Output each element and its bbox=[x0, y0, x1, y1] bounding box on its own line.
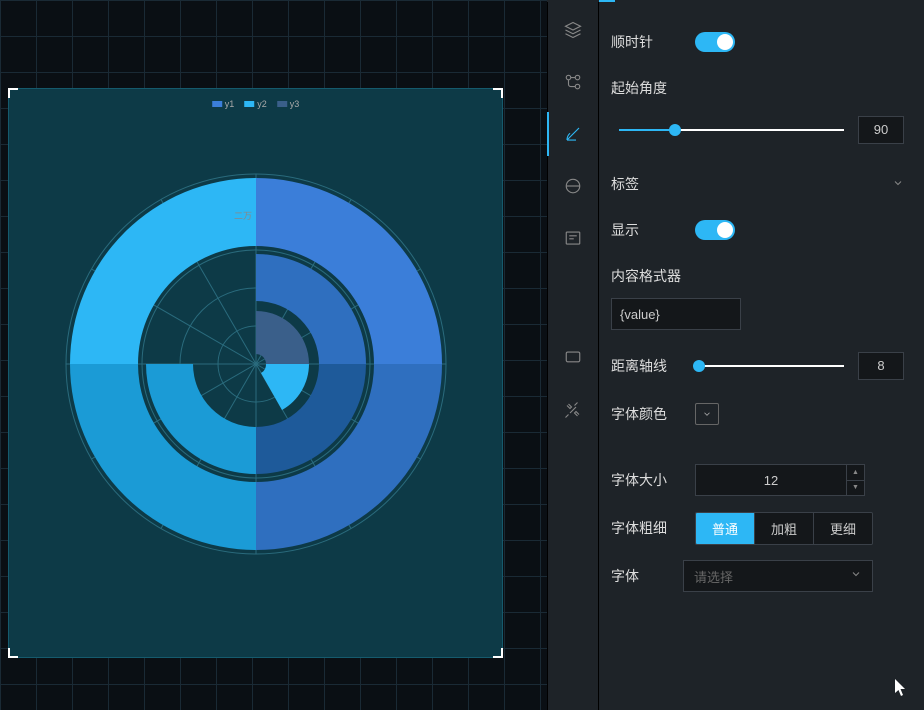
font-weight-lighter[interactable]: 更细 bbox=[814, 513, 872, 544]
layers-icon bbox=[564, 21, 582, 39]
tab-comment[interactable] bbox=[561, 346, 585, 370]
prop-font-family: 字体 请选择 bbox=[611, 552, 904, 600]
start-angle-label: 起始角度 bbox=[611, 78, 683, 98]
chevron-down-icon bbox=[892, 176, 904, 192]
text-box-icon bbox=[564, 229, 582, 247]
chart-legend: y1 y2 y3 bbox=[212, 99, 300, 109]
content-formatter-label: 内容格式器 bbox=[611, 266, 681, 286]
prop-content-formatter: 内容格式器 bbox=[611, 254, 904, 342]
slider-thumb[interactable] bbox=[693, 360, 705, 372]
axis-distance-value[interactable]: 8 bbox=[858, 352, 904, 380]
legend-swatch bbox=[244, 101, 254, 107]
canvas-area[interactable]: y1 y2 y3 bbox=[0, 0, 547, 710]
select-placeholder: 请选择 bbox=[694, 567, 733, 586]
radar-tick-label: 二万 bbox=[234, 209, 252, 222]
chevron-down-icon bbox=[702, 409, 712, 419]
section-tag-header[interactable]: 标签 bbox=[611, 162, 904, 206]
font-size-value: 12 bbox=[696, 473, 846, 488]
legend-item-y1: y1 bbox=[212, 99, 235, 109]
legend-label: y3 bbox=[290, 99, 300, 109]
font-family-select[interactable]: 请选择 bbox=[683, 560, 873, 592]
tools-icon bbox=[564, 401, 582, 419]
prop-show: 显示 bbox=[611, 206, 904, 254]
prop-axis-distance: 距离轴线 8 bbox=[611, 342, 904, 390]
clockwise-label: 顺时针 bbox=[611, 32, 683, 52]
legend-swatch bbox=[212, 101, 222, 107]
legend-label: y1 bbox=[225, 99, 235, 109]
prop-start-angle: 起始角度 90 bbox=[611, 66, 904, 162]
font-size-label: 字体大小 bbox=[611, 470, 683, 490]
selection-handle-tl[interactable] bbox=[8, 88, 18, 98]
properties-panel: 顺时针 起始角度 90 标签 显示 内容格式器 距离轴线 bbox=[599, 0, 924, 710]
axis-distance-label: 距离轴线 bbox=[611, 356, 683, 376]
radar-chart-svg bbox=[56, 164, 456, 564]
prop-font-weight: 字体粗细 普通 加粗 更细 bbox=[611, 504, 904, 552]
circle-icon bbox=[564, 177, 582, 195]
slider-fill bbox=[619, 129, 675, 131]
tab-layers[interactable] bbox=[561, 18, 585, 42]
start-angle-value[interactable]: 90 bbox=[858, 116, 904, 144]
tag-section-label: 标签 bbox=[611, 174, 639, 194]
font-color-expand[interactable] bbox=[695, 403, 719, 425]
chart-component[interactable]: y1 y2 y3 bbox=[8, 88, 503, 658]
stepper-down[interactable]: ▼ bbox=[847, 481, 864, 496]
selection-handle-br[interactable] bbox=[493, 648, 503, 658]
legend-item-y2: y2 bbox=[244, 99, 267, 109]
font-size-input[interactable]: 12 ▲ ▼ bbox=[695, 464, 865, 496]
angle-icon bbox=[564, 125, 582, 143]
selection-handle-tr[interactable] bbox=[493, 88, 503, 98]
prop-font-size: 字体大小 12 ▲ ▼ bbox=[611, 456, 904, 504]
selection-handle-bl[interactable] bbox=[8, 648, 18, 658]
legend-item-y3: y3 bbox=[277, 99, 300, 109]
font-weight-group: 普通 加粗 更细 bbox=[695, 512, 873, 545]
tab-circle[interactable] bbox=[561, 174, 585, 198]
slider-thumb[interactable] bbox=[669, 124, 681, 136]
chevron-down-icon bbox=[850, 567, 862, 585]
tab-text[interactable] bbox=[561, 226, 585, 250]
tab-nodes[interactable] bbox=[561, 70, 585, 94]
start-angle-slider[interactable] bbox=[619, 129, 844, 131]
legend-swatch bbox=[277, 101, 287, 107]
clockwise-toggle[interactable] bbox=[695, 32, 735, 52]
steppers: ▲ ▼ bbox=[846, 465, 864, 495]
font-color-label: 字体颜色 bbox=[611, 404, 683, 424]
font-weight-bold[interactable]: 加粗 bbox=[755, 513, 814, 544]
show-label: 显示 bbox=[611, 220, 683, 240]
prop-font-color: 字体颜色 bbox=[611, 390, 904, 438]
legend-label: y2 bbox=[257, 99, 267, 109]
stepper-up[interactable]: ▲ bbox=[847, 465, 864, 481]
content-formatter-input[interactable] bbox=[611, 298, 741, 330]
tab-tools[interactable] bbox=[561, 398, 585, 422]
prop-clockwise: 顺时针 bbox=[611, 18, 904, 66]
font-weight-label: 字体粗细 bbox=[611, 518, 683, 538]
comment-icon bbox=[564, 349, 582, 367]
axis-distance-slider[interactable] bbox=[695, 365, 844, 367]
spacer bbox=[611, 438, 904, 456]
font-family-label: 字体 bbox=[611, 566, 671, 586]
show-toggle[interactable] bbox=[695, 220, 735, 240]
font-weight-normal[interactable]: 普通 bbox=[696, 513, 755, 544]
tab-angle[interactable] bbox=[561, 122, 585, 146]
nodes-icon bbox=[564, 73, 582, 91]
side-tabs bbox=[547, 0, 599, 710]
